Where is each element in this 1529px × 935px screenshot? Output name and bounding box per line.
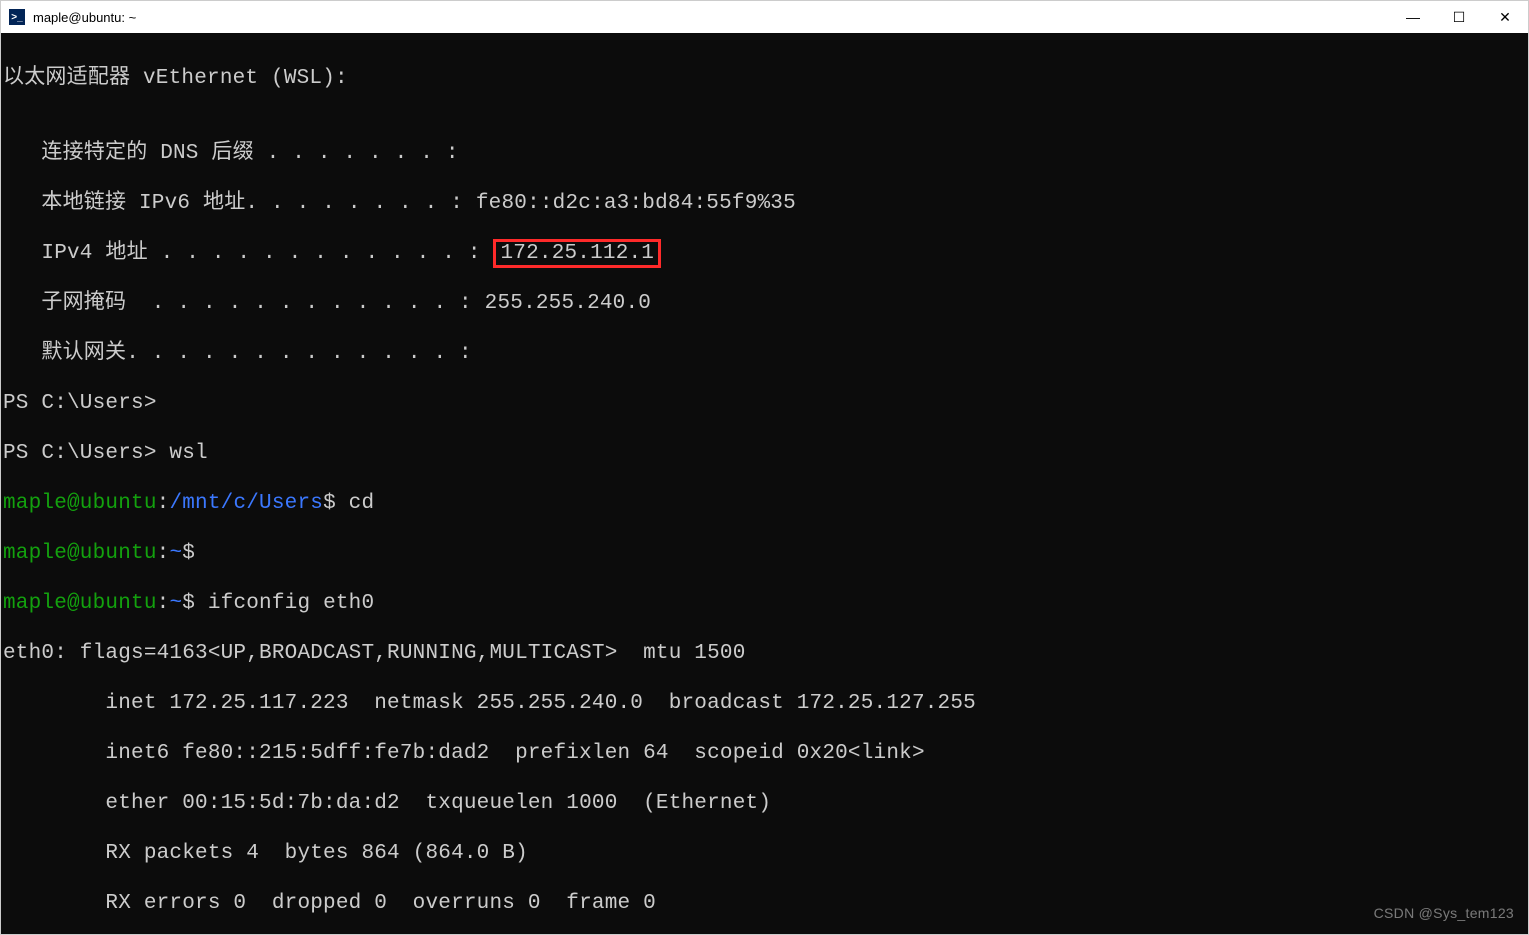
output-line: RX packets 4 bytes 864 (864.0 B) xyxy=(3,841,1528,866)
output-line: inet6 fe80::215:5dff:fe7b:dad2 prefixlen… xyxy=(3,741,1528,766)
prompt-user: maple@ubuntu xyxy=(3,492,157,515)
prompt-line: maple@ubuntu:/mnt/c/Users$ cd xyxy=(3,491,1528,516)
prompt-cmd: $ xyxy=(182,542,195,565)
terminal-area[interactable]: 以太网适配器 vEthernet (WSL): 连接特定的 DNS 后缀 . .… xyxy=(1,33,1528,934)
maximize-button[interactable]: ☐ xyxy=(1436,1,1482,33)
prompt-path: /mnt/c/Users xyxy=(169,492,323,515)
output-line: 连接特定的 DNS 后缀 . . . . . . . : xyxy=(3,141,1528,166)
ipv4-highlight: 172.25.112.1 xyxy=(493,239,661,268)
output-line: ether 00:15:5d:7b:da:d2 txqueuelen 1000 … xyxy=(3,791,1528,816)
output-line: 子网掩码 . . . . . . . . . . . . : 255.255.2… xyxy=(3,291,1528,316)
output-line: 本地链接 IPv6 地址. . . . . . . . : fe80::d2c:… xyxy=(3,191,1528,216)
output-line: 默认网关. . . . . . . . . . . . . : xyxy=(3,341,1528,366)
window-title: maple@ubuntu: ~ xyxy=(33,10,136,25)
minimize-button[interactable]: — xyxy=(1390,1,1436,33)
prompt-line: maple@ubuntu:~$ ifconfig eth0 xyxy=(3,591,1528,616)
close-button[interactable]: ✕ xyxy=(1482,1,1528,33)
powershell-icon: >_ xyxy=(9,9,25,25)
prompt-cmd: $ cd xyxy=(323,492,374,515)
prompt-path: ~ xyxy=(169,592,182,615)
output-line: 以太网适配器 vEthernet (WSL): xyxy=(3,66,1528,91)
app-window: >_ maple@ubuntu: ~ — ☐ ✕ 以太网适配器 vEtherne… xyxy=(0,0,1529,935)
output-line: PS C:\Users> xyxy=(3,391,1528,416)
output-line: eth0: flags=4163<UP,BROADCAST,RUNNING,MU… xyxy=(3,641,1528,666)
prompt-path: ~ xyxy=(169,542,182,565)
ipv4-label: IPv4 地址 . . . . . . . . . . . . : xyxy=(3,242,493,265)
output-line: inet 172.25.117.223 netmask 255.255.240.… xyxy=(3,691,1528,716)
output-line: RX errors 0 dropped 0 overruns 0 frame 0 xyxy=(3,891,1528,916)
output-line: PS C:\Users> wsl xyxy=(3,441,1528,466)
prompt-user: maple@ubuntu xyxy=(3,542,157,565)
prompt-user: maple@ubuntu xyxy=(3,592,157,615)
titlebar[interactable]: >_ maple@ubuntu: ~ — ☐ ✕ xyxy=(1,1,1528,33)
output-line: IPv4 地址 . . . . . . . . . . . . : 172.25… xyxy=(3,241,1528,266)
prompt-line: maple@ubuntu:~$ xyxy=(3,541,1528,566)
watermark: CSDN @Sys_tem123 xyxy=(1374,901,1514,926)
prompt-cmd: $ ifconfig eth0 xyxy=(182,592,374,615)
